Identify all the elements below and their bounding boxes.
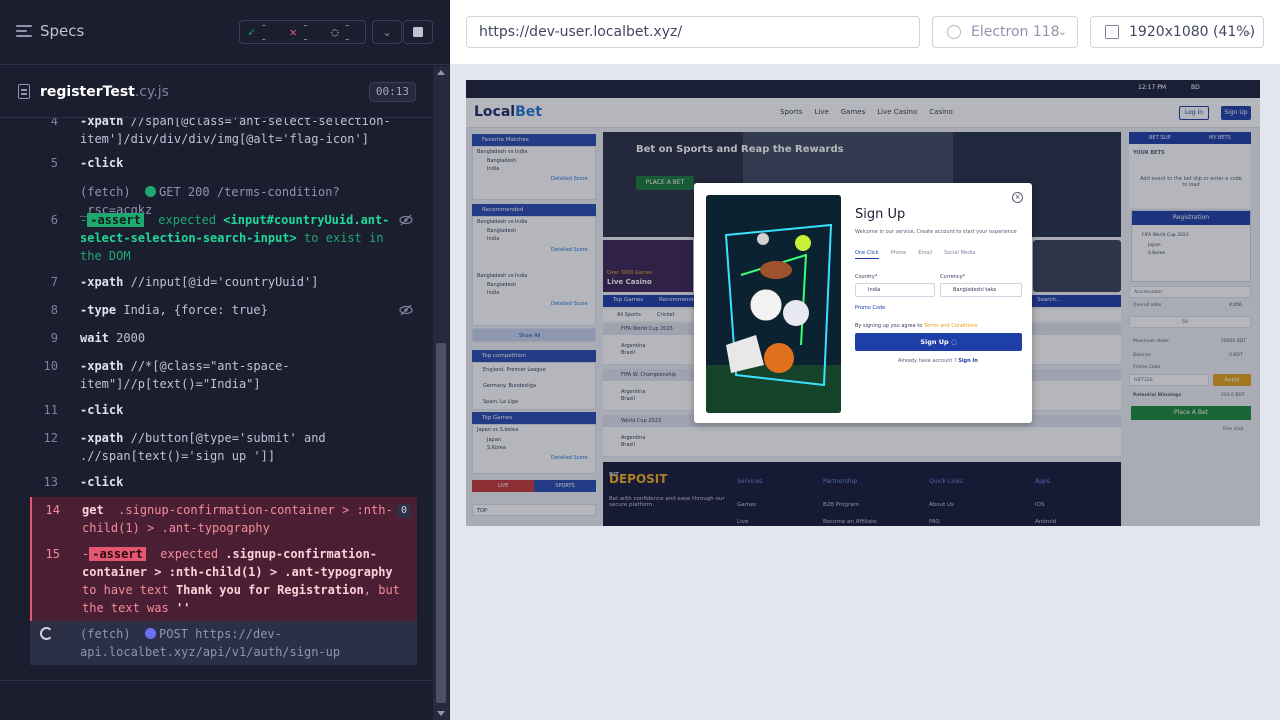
divider <box>0 680 433 681</box>
loading-spinner-icon: ◌ <box>950 338 957 346</box>
signup-submit-button[interactable]: Sign Up ◌ <box>855 333 1022 351</box>
currency-label: Currency* <box>940 274 966 280</box>
command-log-scrollbar[interactable] <box>433 66 449 720</box>
close-icon[interactable]: × <box>1012 192 1023 203</box>
scroll-thumb[interactable] <box>436 343 446 703</box>
aut-panel: https://dev-user.localbet.xyz/ Electron … <box>450 0 1280 720</box>
check-icon: ✓ <box>248 25 256 39</box>
command-row[interactable]: 10 -xpath //*[@class="ant-space-item"]//… <box>30 357 417 393</box>
site-topbar: 12:17 PM BD <box>466 80 1260 98</box>
chevron-down-icon: ⌄ <box>382 25 392 39</box>
eye-slash-icon[interactable] <box>399 213 413 227</box>
command-row[interactable]: 11 -click <box>30 401 417 419</box>
aut-header: https://dev-user.localbet.xyz/ Electron … <box>450 0 1280 64</box>
command-log-panel: Specs ✓ -- ✕ -- ◌ -- ⌄ registerTest .cy.js … <box>0 0 450 720</box>
command-list: 4 -xpath //span[@class='ant-select-selec… <box>0 118 433 680</box>
command-row[interactable]: 8 -type India, {force: true} <box>30 301 417 319</box>
stop-button[interactable] <box>403 20 433 44</box>
viewport-info[interactable]: 1920x1080 (41%) ⌄ <box>1090 16 1264 48</box>
electron-icon <box>947 25 961 39</box>
currency-text: BD <box>1191 84 1200 91</box>
dropdown-button[interactable]: ⌄ <box>372 20 402 44</box>
tab-phone[interactable]: Phone <box>891 250 907 259</box>
status-dot-icon <box>145 628 157 639</box>
tab-one-click[interactable]: One Click <box>855 250 879 259</box>
terms-link[interactable]: Terms and Conditions <box>924 323 978 329</box>
promo-code-toggle[interactable]: Promo Code <box>855 305 885 311</box>
x-icon: ✕ <box>289 25 297 39</box>
modal-title: Sign Up <box>855 207 906 222</box>
spec-name: registerTest <box>40 83 135 100</box>
tab-email[interactable]: Email <box>918 250 932 259</box>
signin-prompt: Already have account ? Sign In <box>898 358 978 364</box>
spec-file-row[interactable]: registerTest .cy.js 00:13 <box>0 66 433 118</box>
tab-social-media[interactable]: Social Media <box>944 250 975 259</box>
country-select[interactable]: India <box>855 283 935 297</box>
file-icon <box>18 84 30 99</box>
scroll-up-icon[interactable] <box>437 70 445 75</box>
command-row[interactable]: 4 -xpath //span[@class='ant-select-selec… <box>30 118 417 148</box>
chevron-down-icon: ⌄ <box>1243 25 1253 38</box>
runner-header: Specs ✓ -- ✕ -- ◌ -- ⌄ <box>0 0 450 65</box>
modal-subtitle: Welcome in our service, Create account t… <box>855 229 1017 235</box>
clock-text: 12:17 PM <box>1138 84 1166 91</box>
specs-toggle[interactable]: Specs <box>16 22 84 40</box>
country-label: Country* <box>855 274 878 280</box>
signup-modal: × Sign Up Welcome in our service, Create… <box>694 183 1032 423</box>
stop-icon <box>413 27 423 37</box>
command-row[interactable]: 7 -xpath //input[@id='countryUuid'] <box>30 273 417 291</box>
spec-extension: .cy.js <box>134 83 169 100</box>
chevron-down-icon: ⌄ <box>1057 25 1067 38</box>
pending-stat: ◌ -- <box>331 18 351 46</box>
app-under-test: 12:17 PM BD LocalBet Sports Live Games L… <box>466 80 1260 526</box>
eye-slash-icon[interactable] <box>399 303 413 317</box>
url-field[interactable]: https://dev-user.localbet.xyz/ <box>466 16 920 48</box>
viewport-icon <box>1105 25 1119 39</box>
sports-balls-image <box>706 195 841 413</box>
currency-select[interactable]: Bangladeshi taka <box>940 283 1022 297</box>
signup-method-tabs: One Click Phone Email Social Media <box>855 250 976 259</box>
command-row[interactable]: 9 wait 2000 <box>30 329 417 347</box>
spec-duration: 00:13 <box>368 82 416 102</box>
command-row[interactable]: 5 -click <box>30 154 417 172</box>
specs-list-icon <box>16 25 32 37</box>
scroll-down-icon[interactable] <box>437 711 445 716</box>
fetch-row[interactable]: (fetch) GET 200 /terms-condition?_rsc=ac… <box>30 183 417 217</box>
command-row[interactable]: 6 - -assert expected <input#countryUuid.a… <box>30 211 417 265</box>
failed-command-row[interactable]: 14 get .signup-confirmation-container > … <box>30 497 417 539</box>
status-dot-icon <box>145 186 157 197</box>
test-stats: ✓ -- ✕ -- ◌ -- <box>239 18 366 46</box>
specs-label: Specs <box>40 22 85 40</box>
pending-fetch-row[interactable]: (fetch) POST https://dev-api.localbet.xy… <box>30 621 417 665</box>
signin-link[interactable]: Sign In <box>958 358 978 364</box>
browser-selector[interactable]: Electron 118 ⌄ <box>932 16 1078 48</box>
loading-spinner-icon <box>40 627 53 640</box>
failed-assert-row[interactable]: 15 - -assert expected .signup-confirmatio… <box>30 539 417 621</box>
element-count-badge: 0 <box>397 504 411 518</box>
passed-stat: ✓ -- <box>248 18 268 46</box>
command-row[interactable]: 13 -click <box>30 473 417 491</box>
pending-circle-icon: ◌ <box>331 25 339 39</box>
failed-stat: ✕ -- <box>289 18 310 46</box>
signup-illustration <box>706 195 841 413</box>
terms-text: By signing up you agree to Terms and Con… <box>855 323 978 329</box>
command-row[interactable]: 12 -xpath //button[@type='submit' and ./… <box>30 429 417 465</box>
